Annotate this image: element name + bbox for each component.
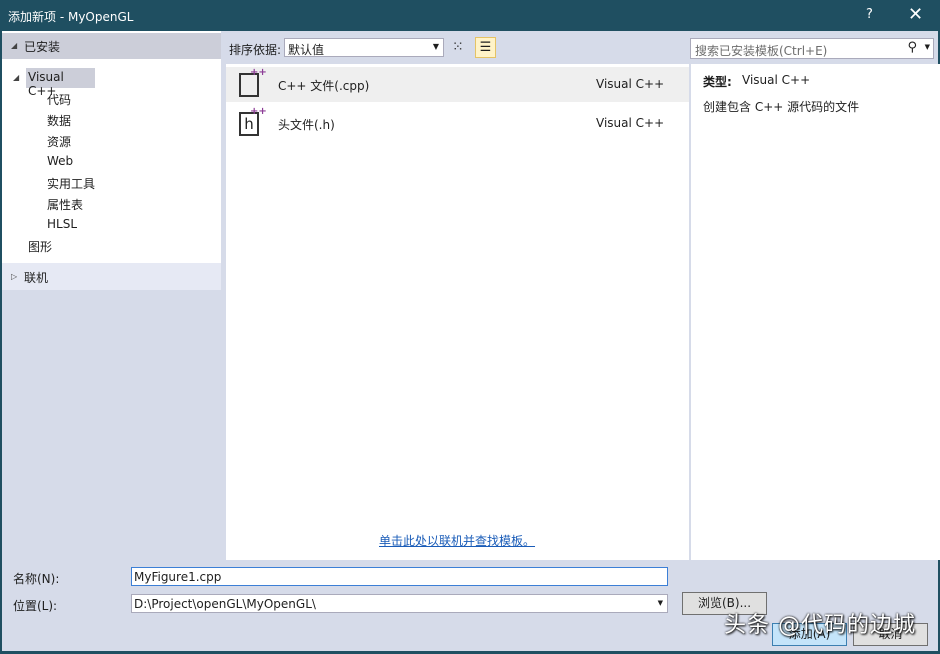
- template-tree: [2, 31, 221, 263]
- help-button[interactable]: ?: [866, 7, 873, 22]
- template-row[interactable]: h ++ 头文件(.h) Visual C++: [226, 106, 689, 141]
- search-placeholder: 搜索已安装模板(Ctrl+E): [695, 44, 828, 58]
- chevron-down-icon: ▼: [432, 42, 439, 51]
- template-type: Visual C++: [596, 116, 665, 130]
- tree-item-resources[interactable]: 资源: [47, 133, 71, 150]
- title-bar: 添加新项 - MyOpenGL ? ✕: [0, 0, 940, 31]
- name-label: 名称(N):: [13, 572, 60, 586]
- tree-item-property-sheets[interactable]: 属性表: [47, 196, 83, 213]
- installed-label: 已安装: [24, 40, 61, 54]
- description: 创建包含 C++ 源代码的文件: [703, 100, 860, 114]
- tree-online[interactable]: ▷ 联机: [2, 263, 221, 290]
- sort-dropdown[interactable]: 默认值 ▼: [284, 38, 444, 57]
- template-type: Visual C++: [596, 77, 665, 91]
- grid-view-icon[interactable]: ⁙: [452, 39, 464, 55]
- online-templates-link[interactable]: 单击此处以联机并查找模板。: [379, 532, 535, 549]
- details-panel: 类型: Visual C++ 创建包含 C++ 源代码的文件: [691, 64, 940, 560]
- template-row[interactable]: ++ C++ 文件(.cpp) Visual C++: [226, 67, 689, 102]
- sort-label: 排序依据:: [229, 43, 282, 57]
- expanded-triangle-icon[interactable]: ◢: [13, 73, 19, 82]
- search-icon[interactable]: ⚲: [907, 40, 917, 55]
- tree-installed[interactable]: ◢ 已安装: [2, 33, 221, 59]
- template-name: C++ 文件(.cpp): [278, 79, 370, 93]
- plus-icon: ++: [250, 67, 267, 78]
- watermark: 头条 @代码的边城: [724, 613, 916, 638]
- online-label: 联机: [24, 271, 49, 285]
- tree-item-code[interactable]: 代码: [47, 91, 71, 108]
- collapsed-triangle-icon[interactable]: ▷: [11, 272, 17, 281]
- tree-item-graphics[interactable]: 图形: [28, 238, 52, 255]
- tree-item-utility[interactable]: 实用工具: [47, 175, 95, 192]
- location-dropdown[interactable]: D:\Project\openGL\MyOpenGL\ ▼: [131, 594, 668, 613]
- search-input[interactable]: 搜索已安装模板(Ctrl+E) ⚲ ▼: [690, 38, 934, 59]
- list-view-icon[interactable]: ☰: [475, 37, 496, 58]
- window-title: 添加新项 - MyOpenGL: [8, 10, 134, 24]
- location-value: D:\Project\openGL\MyOpenGL\: [134, 597, 316, 611]
- template-name: 头文件(.h): [278, 118, 335, 132]
- sort-value: 默认值: [288, 43, 325, 57]
- chevron-down-icon[interactable]: ▼: [925, 43, 930, 51]
- tree-visual-cpp[interactable]: Visual C++: [26, 68, 95, 98]
- name-input[interactable]: MyFigure1.cpp: [131, 567, 668, 586]
- tree-item-data[interactable]: 数据: [47, 112, 71, 129]
- plus-icon: ++: [250, 106, 267, 117]
- close-button[interactable]: ✕: [908, 4, 923, 25]
- chevron-down-icon: ▼: [657, 599, 663, 607]
- tree-item-hlsl[interactable]: HLSL: [47, 217, 77, 231]
- type-value: Visual C++: [742, 73, 811, 87]
- type-label: 类型:: [703, 75, 732, 89]
- name-value: MyFigure1.cpp: [134, 570, 222, 584]
- expanded-triangle-icon[interactable]: ◢: [11, 41, 17, 50]
- location-label: 位置(L):: [13, 599, 58, 613]
- tree-item-web[interactable]: Web: [47, 154, 73, 168]
